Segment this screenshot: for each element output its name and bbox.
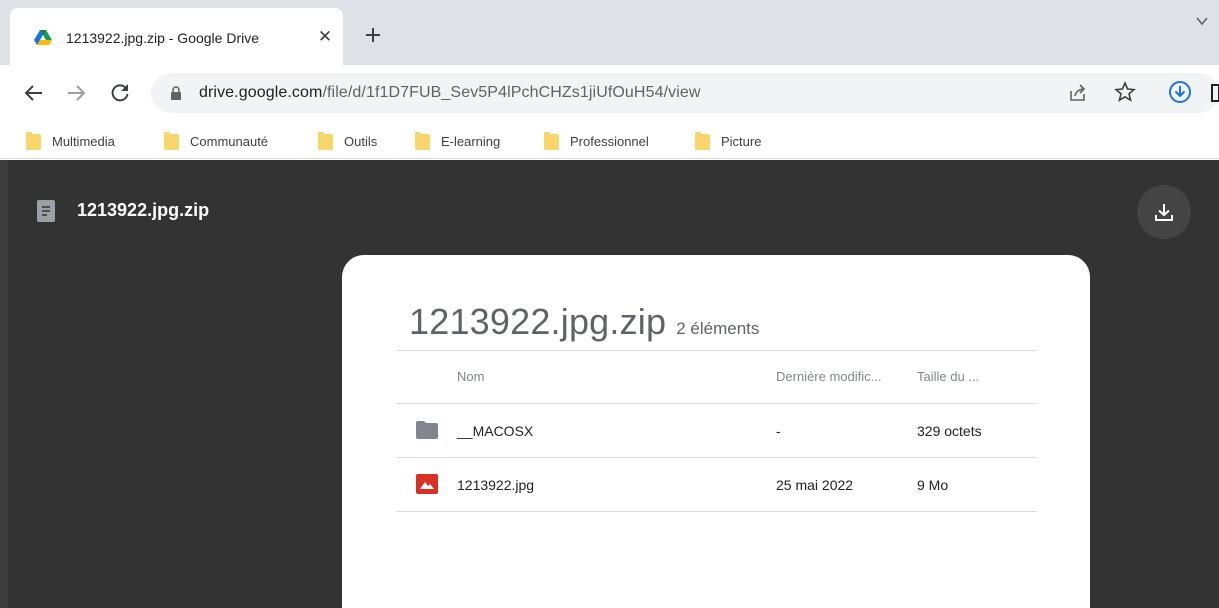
download-circle-icon[interactable] <box>1168 80 1192 104</box>
folder-icon <box>416 421 438 439</box>
reload-icon[interactable] <box>108 81 132 105</box>
url-path: /file/d/1f1D7FUB_Sev5P4lPchCHZs1jiUfOuH5… <box>322 84 701 101</box>
bookmark-label: Outils <box>344 133 378 149</box>
address-bar[interactable]: drive.google.com/file/d/1f1D7FUB_Sev5P4l… <box>151 73 1219 113</box>
table-row[interactable]: 1213922.jpg 25 mai 2022 9 Mo <box>396 458 1037 512</box>
folder-icon <box>695 132 710 150</box>
zip-contents-card: 1213922.jpg.zip 2 éléments Nom Dernière … <box>342 255 1090 608</box>
folder-icon <box>318 132 333 150</box>
arrow-right-icon[interactable] <box>64 81 88 105</box>
bookmark-multimedia[interactable]: Multimedia <box>26 130 115 152</box>
viewer-file-title: 1213922.jpg.zip <box>77 200 210 220</box>
column-modified-header[interactable]: Dernière modific... <box>776 369 881 384</box>
tab-title: 1213922.jpg.zip - Google Drive <box>66 30 260 46</box>
document-icon <box>37 200 55 222</box>
zip-title: 1213922.jpg.zip 2 éléments <box>409 301 759 343</box>
file-size: 329 octets <box>917 423 982 439</box>
bookmark-label: Multimedia <box>52 133 115 149</box>
browser-tab[interactable]: 1213922.jpg.zip - Google Drive ✕ <box>10 8 343 65</box>
folder-icon <box>544 132 559 150</box>
zip-name: 1213922.jpg.zip <box>409 301 667 342</box>
chevron-down-icon[interactable] <box>1195 14 1209 28</box>
file-modified: - <box>776 423 781 439</box>
profile-avatar-edge[interactable] <box>1211 80 1219 106</box>
folder-icon <box>26 132 41 150</box>
table-row[interactable]: __MACOSX - 329 octets <box>396 404 1037 458</box>
google-drive-icon <box>34 30 52 45</box>
bookmark-picture[interactable]: Picture <box>695 130 761 152</box>
bookmark-label: E-learning <box>441 133 501 149</box>
folder-icon <box>164 132 179 150</box>
plus-icon[interactable] <box>362 24 384 46</box>
file-size: 9 Mo <box>917 477 949 493</box>
url-host: drive.google.com <box>199 84 323 101</box>
bookmark-communaute[interactable]: Communauté <box>164 130 268 152</box>
item-count: 2 éléments <box>676 319 760 338</box>
image-file-icon <box>416 474 438 494</box>
file-name: 1213922.jpg <box>457 477 535 493</box>
bookmarks-bar: Multimedia Communauté Outils E-learning … <box>0 121 1219 159</box>
folder-icon <box>415 132 430 150</box>
column-size-header[interactable]: Taille du ... <box>917 369 979 384</box>
drive-file-viewer: 1213922.jpg.zip 1213922.jpg.zip 2 élémen… <box>0 160 1219 608</box>
bookmark-label: Professionnel <box>570 133 649 149</box>
file-name: __MACOSX <box>457 423 534 439</box>
download-icon <box>1155 204 1173 221</box>
tab-close-button[interactable]: ✕ <box>315 27 335 47</box>
bookmark-label: Communauté <box>190 133 269 149</box>
browser-toolbar: drive.google.com/file/d/1f1D7FUB_Sev5P4l… <box>0 65 1219 121</box>
bookmark-outils[interactable]: Outils <box>318 130 377 152</box>
share-icon[interactable] <box>1067 82 1089 104</box>
bookmark-e-learning[interactable]: E-learning <box>415 130 500 152</box>
arrow-left-icon[interactable] <box>22 81 46 105</box>
file-modified: 25 mai 2022 <box>776 477 854 493</box>
bookmark-label: Picture <box>721 133 762 149</box>
star-icon[interactable] <box>1114 81 1136 103</box>
url-text[interactable]: drive.google.com/file/d/1f1D7FUB_Sev5P4l… <box>199 84 701 102</box>
column-name-header[interactable]: Nom <box>457 369 484 384</box>
bookmark-professionnel[interactable]: Professionnel <box>544 130 649 152</box>
download-button[interactable] <box>1137 185 1191 239</box>
lock-icon[interactable] <box>170 86 182 100</box>
tab-strip: 1213922.jpg.zip - Google Drive ✕ <box>0 0 1219 65</box>
table-header: Nom Dernière modific... Taille du ... <box>396 350 1037 404</box>
